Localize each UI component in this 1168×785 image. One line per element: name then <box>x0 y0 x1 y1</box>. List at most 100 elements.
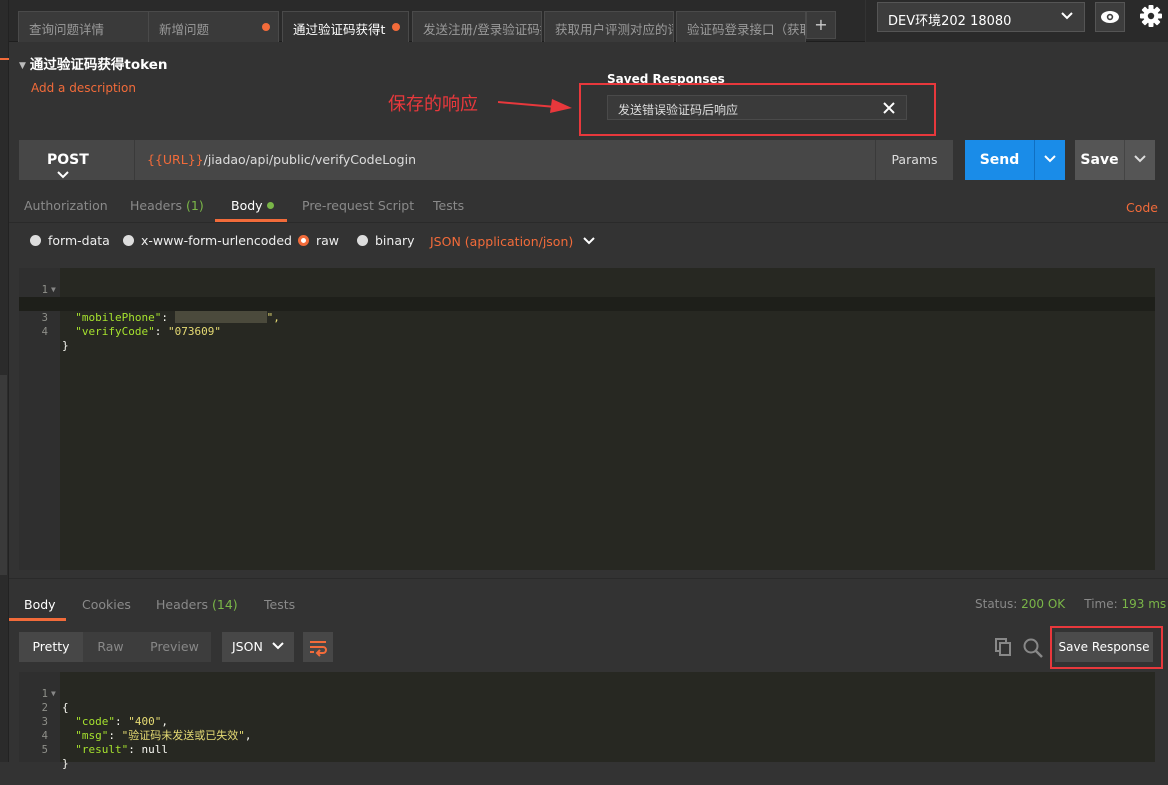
code-line: 4 "result": null <box>19 715 168 756</box>
response-headers-count: (14) <box>212 597 238 612</box>
code-text: } <box>62 339 69 352</box>
code-line: 5 } <box>19 729 69 770</box>
environment-selected-label: DEV环境202 18080 <box>888 14 1012 29</box>
url-path: /jiadao/api/public/verifyCodeLogin <box>203 152 416 167</box>
tab-query-detail[interactable]: 查询问题详情 <box>18 11 151 42</box>
environment-select[interactable]: DEV环境202 18080 <box>877 2 1085 32</box>
radio-label: x-www-form-urlencoded <box>141 233 292 248</box>
tab-user-evaluation[interactable]: 获取用户评测对应的评 <box>544 11 674 42</box>
unsaved-dot-icon <box>262 23 270 31</box>
json-key: "code" <box>75 715 115 728</box>
send-options-button[interactable] <box>1035 140 1065 180</box>
content-type-select[interactable]: JSON (application/json) <box>430 234 595 249</box>
add-description-link[interactable]: Add a description <box>31 81 136 95</box>
wrap-lines-icon <box>310 641 327 657</box>
tab-add-question[interactable]: 新增问题 <box>148 11 279 42</box>
response-status: Status: 200 OK Time: 193 ms <box>975 597 1166 611</box>
tab-authorization[interactable]: Authorization <box>24 198 108 213</box>
line-number: 4 <box>41 326 48 338</box>
params-button[interactable]: Params <box>875 140 953 180</box>
collapse-triangle-icon[interactable]: ▼ <box>19 61 26 71</box>
request-body-editor[interactable]: 1▼ { 2 "mobilePhone": ", 3 "verifyCode":… <box>19 268 1155 570</box>
response-tab-tests[interactable]: Tests <box>264 597 295 612</box>
view-raw-button[interactable]: Raw <box>83 632 138 662</box>
json-separator: : <box>128 743 142 756</box>
code-line-active: 3 "verifyCode": "073609" <box>19 297 1155 338</box>
request-title[interactable]: ▼ 通过验证码获得token <box>19 53 168 73</box>
tab-pre-request-script[interactable]: Pre-request Script <box>302 198 414 213</box>
headers-count: (1) <box>186 198 204 213</box>
code-text: "result": null <box>62 743 168 757</box>
method-select[interactable]: POST <box>19 140 135 180</box>
save-options-button[interactable] <box>1125 140 1155 180</box>
annotation-highlight-box <box>579 83 936 136</box>
json-value: "400" <box>128 715 162 728</box>
json-key: "msg" <box>75 729 109 742</box>
json-separator: : <box>115 715 129 728</box>
radio-urlencoded[interactable]: x-www-form-urlencoded <box>123 233 292 248</box>
sidebar-scrollbar[interactable] <box>0 375 7 575</box>
chevron-down-icon <box>57 169 69 183</box>
json-key: "result" <box>75 743 129 756</box>
response-tab-cookies[interactable]: Cookies <box>82 597 131 612</box>
response-body-viewer[interactable]: 1 ▼ { 2 "code": "400", 3 "msg": "验证码未发送或已… <box>19 672 1155 770</box>
tab-headers-label: Headers <box>130 198 183 213</box>
radio-form-data[interactable]: form-data <box>30 233 110 248</box>
url-input[interactable]: {{URL}}/jiadao/api/public/verifyCodeLogi… <box>135 140 875 180</box>
wrap-lines-button[interactable] <box>303 632 333 662</box>
radio-icon <box>123 235 134 246</box>
radio-label: raw <box>316 233 340 248</box>
tab-tests[interactable]: Tests <box>433 198 464 213</box>
code-line: 2 "mobilePhone": ", <box>19 283 1155 324</box>
request-title-text: 通过验证码获得token <box>29 57 168 73</box>
eye-icon <box>1101 11 1119 23</box>
tab-body[interactable]: Body <box>231 198 274 213</box>
chevron-down-icon <box>272 632 284 662</box>
request-tab-bar: 查询问题详情 新增问题 通过验证码获得t 发送注册/登录验证码接 获取用户评测对… <box>9 0 865 42</box>
copy-icon[interactable] <box>993 637 1013 657</box>
radio-selected-icon <box>298 235 309 246</box>
new-tab-button[interactable]: + <box>806 11 836 39</box>
search-icon[interactable] <box>1022 637 1044 659</box>
divider <box>9 222 1168 223</box>
annotation-highlight-box <box>1050 626 1163 669</box>
method-label: POST <box>47 152 89 168</box>
json-key: "verifyCode" <box>75 325 155 338</box>
radio-raw[interactable]: raw <box>298 233 339 248</box>
radio-icon <box>30 235 41 246</box>
json-tail: , <box>244 729 252 742</box>
tab-label: 发送注册/登录验证码接 <box>423 22 542 37</box>
json-value: "073609" <box>167 325 221 338</box>
manage-environments-button[interactable] <box>1134 0 1168 34</box>
send-button[interactable]: Send <box>965 140 1035 180</box>
response-tab-headers[interactable]: Headers (14) <box>156 597 238 612</box>
code-line: 1▼ { <box>19 673 69 714</box>
radio-binary[interactable]: binary <box>357 233 415 248</box>
generate-code-link[interactable]: Code <box>1126 200 1158 215</box>
line-number: 5 <box>41 744 48 756</box>
code-text: "verifyCode": "073609" <box>62 325 221 339</box>
tab-headers[interactable]: Headers (1) <box>130 198 204 213</box>
tab-verify-code-login[interactable]: 验证码登录接口（获取 <box>676 11 806 42</box>
time-label: Time: <box>1084 597 1118 611</box>
chevron-down-icon <box>1044 155 1056 163</box>
tab-label: 新增问题 <box>159 22 210 37</box>
response-view-toggle: Pretty Raw Preview <box>19 632 211 662</box>
view-preview-button[interactable]: Preview <box>138 632 211 662</box>
json-separator: : <box>108 729 122 742</box>
fold-arrow-icon[interactable]: ▼ <box>51 687 56 701</box>
save-button[interactable]: Save <box>1075 140 1125 180</box>
time-value: 193 ms <box>1121 597 1167 611</box>
response-format-select[interactable]: JSON <box>222 632 294 662</box>
environment-quick-look-button[interactable] <box>1095 2 1125 32</box>
status-label: Status: <box>975 597 1018 611</box>
chevron-down-icon <box>1134 155 1146 163</box>
response-tab-body[interactable]: Body <box>24 597 56 612</box>
annotation-label: 保存的响应 <box>388 94 478 115</box>
format-label: JSON <box>232 639 263 654</box>
view-pretty-button[interactable]: Pretty <box>19 632 83 662</box>
tab-verify-code-token[interactable]: 通过验证码获得t <box>282 11 409 42</box>
tab-label: 获取用户评测对应的评 <box>555 22 674 37</box>
active-tab-indicator <box>9 618 66 621</box>
tab-send-register-code[interactable]: 发送注册/登录验证码接 <box>412 11 542 42</box>
